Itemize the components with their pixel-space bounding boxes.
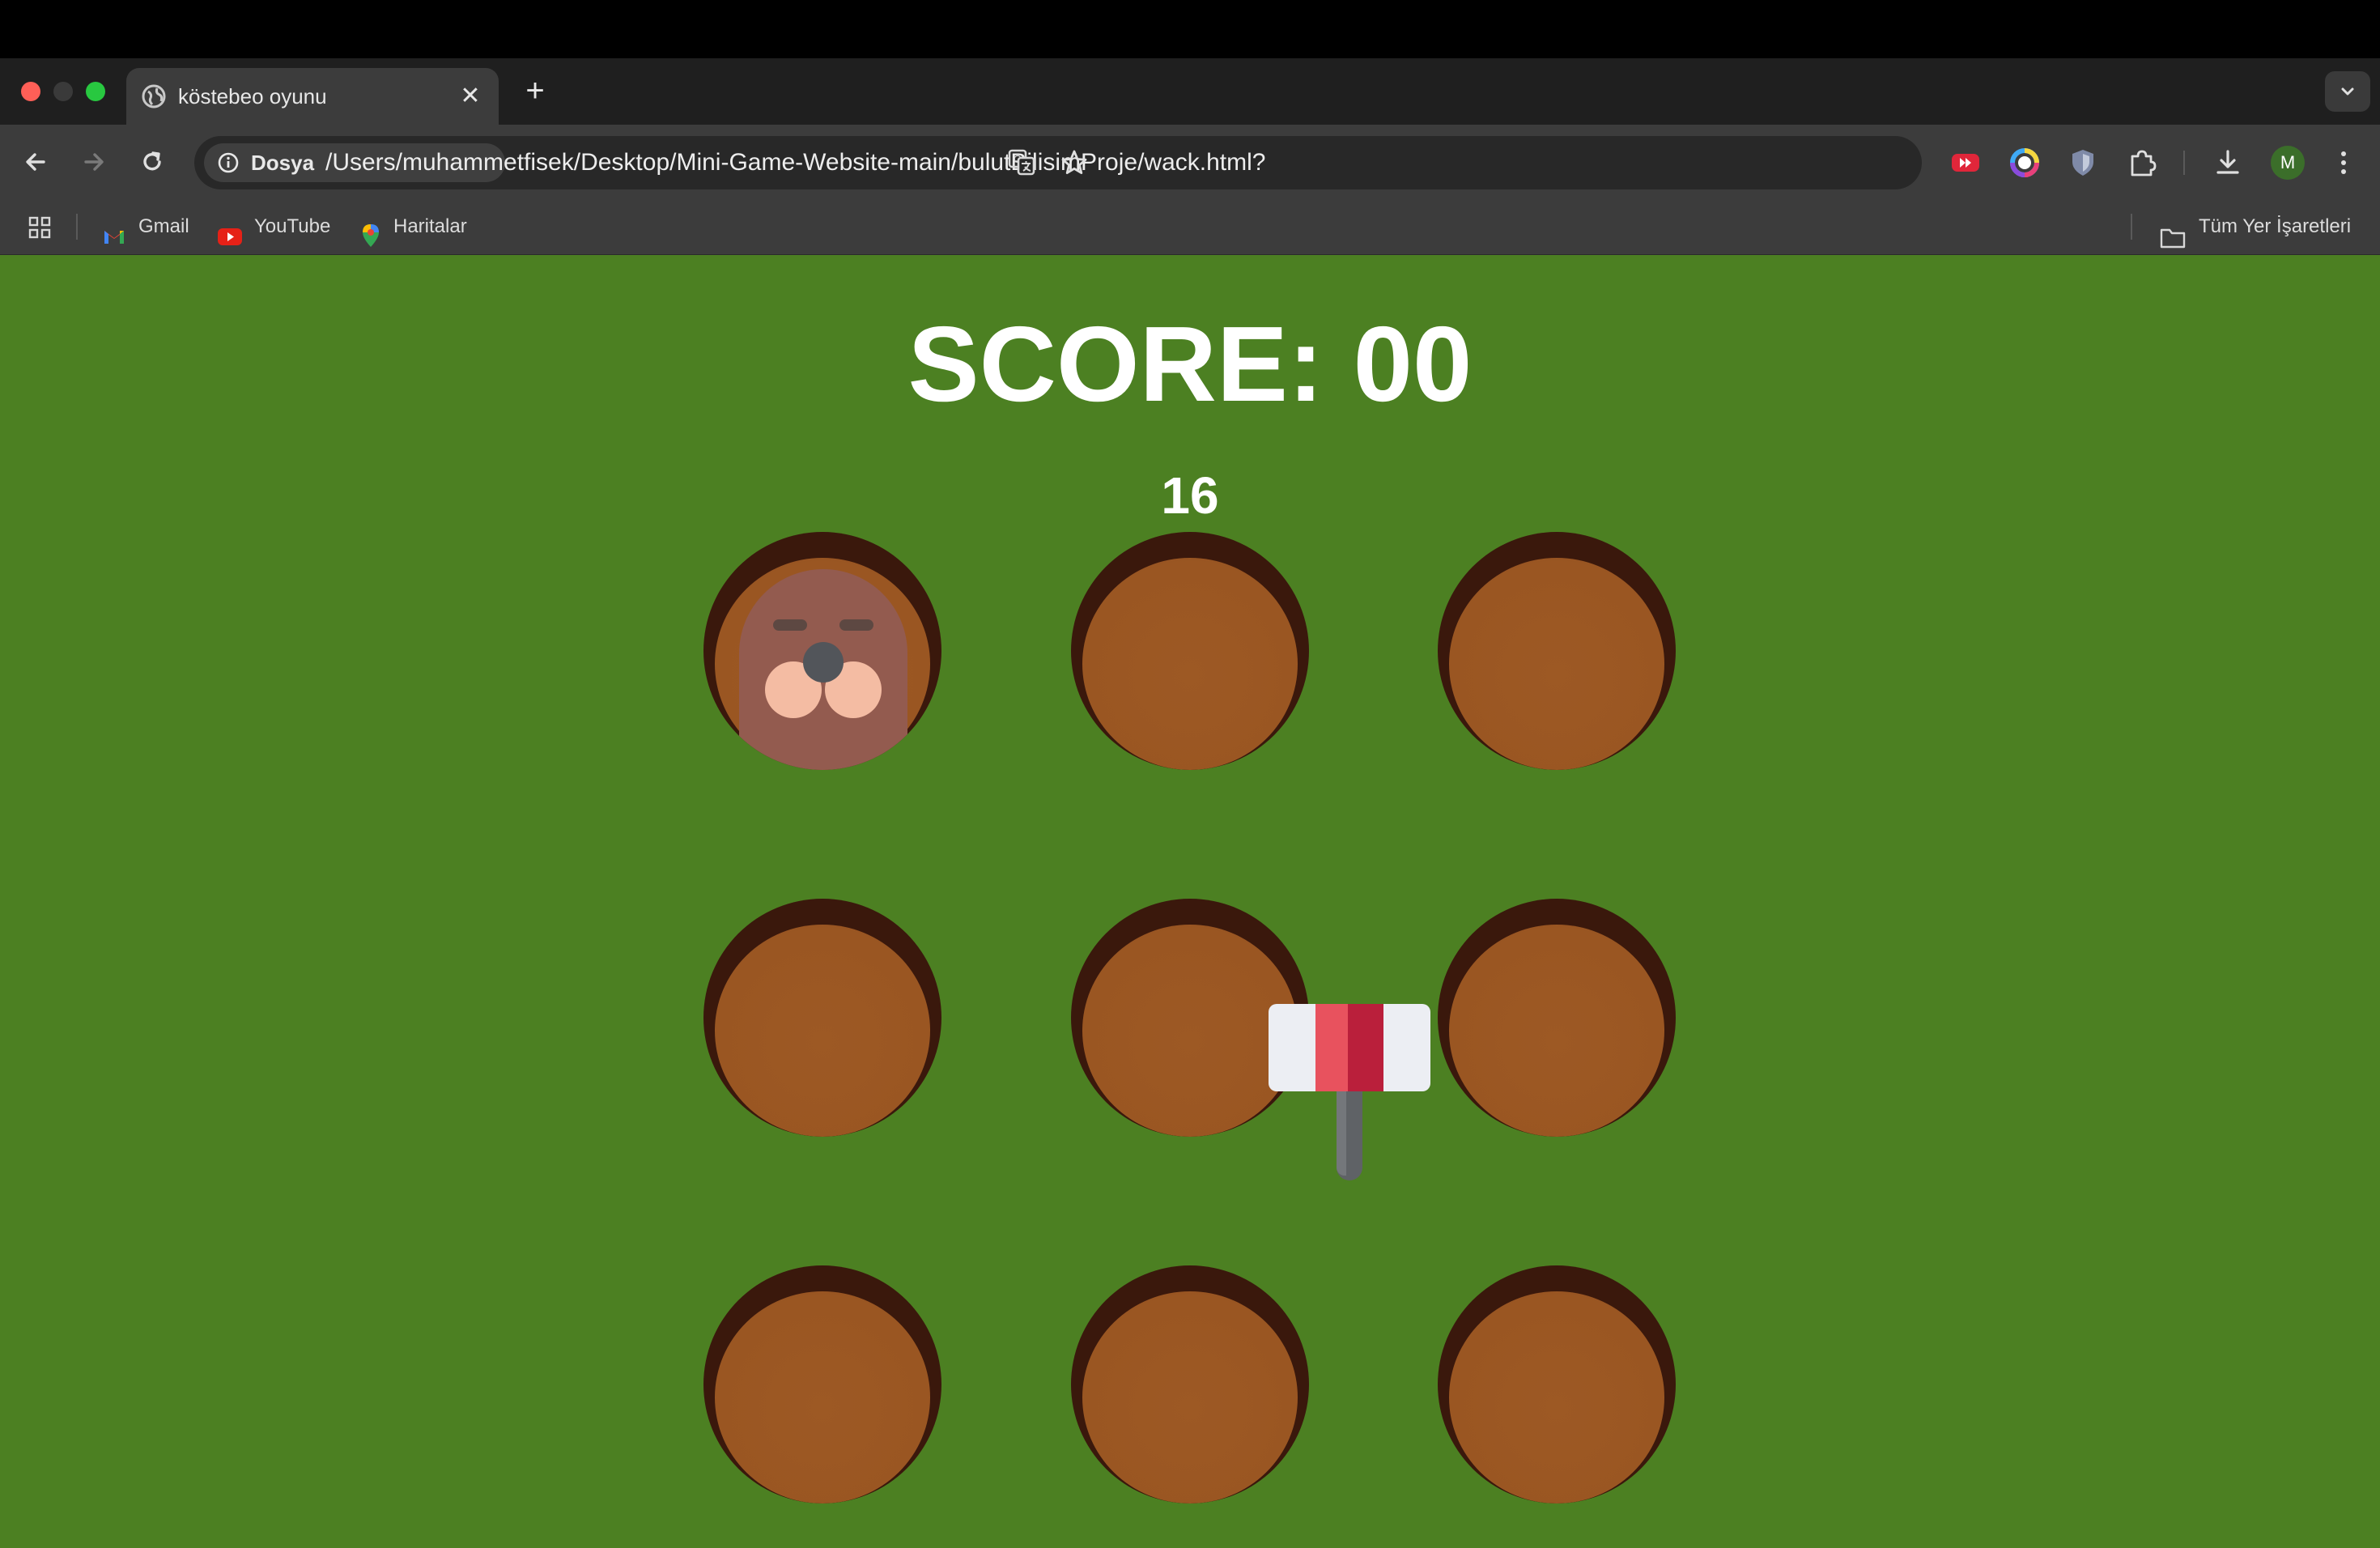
bookmarks-separator — [2131, 214, 2132, 240]
bookmarks-separator — [76, 214, 78, 240]
site-info-label: Dosya — [251, 151, 315, 175]
mole-hole-6[interactable] — [1438, 899, 1676, 1137]
color-picker-extension-icon[interactable] — [2008, 147, 2041, 179]
mole-hole-4[interactable] — [703, 899, 941, 1137]
forward-arrow-icon[interactable] — [78, 146, 110, 178]
minimize-window-button[interactable] — [53, 82, 73, 101]
hole-dirt — [1082, 925, 1298, 1137]
address-bar[interactable]: Dosya /Users/muhammetfisek/Desktop/Mini-… — [194, 136, 1922, 189]
hole-dirt — [1082, 1291, 1298, 1503]
game-board: SCORE: 00 16 — [0, 255, 2380, 1548]
hole-dirt — [1082, 558, 1298, 770]
info-icon — [217, 151, 240, 178]
window-top-bar — [0, 0, 2380, 58]
all-bookmarks-button[interactable]: Tüm Yer İşaretleri — [2160, 199, 2370, 254]
mole-hole-3[interactable] — [1438, 532, 1676, 770]
mole-eye — [839, 619, 873, 631]
hole-dirt — [715, 925, 930, 1137]
hammer-band — [1315, 1004, 1348, 1091]
mole-eye — [773, 619, 807, 631]
tab-active[interactable]: köstebeo oyunu ✕ — [126, 68, 499, 125]
hammer-cursor — [1269, 1004, 1430, 1182]
extensions-puzzle-icon[interactable] — [2126, 147, 2158, 179]
mole-hole-9[interactable] — [1438, 1265, 1676, 1503]
hole-dirt — [1449, 558, 1664, 770]
hole-dirt — [1449, 925, 1664, 1137]
tab-title: köstebeo oyunu — [178, 84, 327, 108]
bookmark-label: Haritalar — [393, 215, 467, 237]
reload-icon[interactable] — [136, 146, 168, 178]
mole[interactable] — [739, 569, 907, 770]
close-window-button[interactable] — [21, 82, 40, 101]
mole-hole-7[interactable] — [703, 1265, 941, 1503]
all-bookmarks-label: Tüm Yer İşaretleri — [2199, 215, 2352, 237]
timer-display: 16 — [1161, 466, 1219, 525]
apps-grid-icon[interactable] — [28, 215, 52, 244]
video-speed-extension-icon[interactable] — [1949, 147, 1982, 179]
mole-hole-2[interactable] — [1071, 532, 1309, 770]
kebab-menu-icon[interactable] — [2327, 147, 2360, 179]
tab-search-button[interactable] — [2325, 71, 2370, 112]
hole-dirt — [1449, 1291, 1664, 1503]
bookmark-haritalar[interactable]: Haritalar — [359, 199, 489, 254]
url-text[interactable]: /Users/muhammetfisek/Desktop/Mini-Game-W… — [325, 149, 1265, 176]
tab-close-icon[interactable]: ✕ — [455, 81, 486, 112]
toolbar-separator — [2183, 151, 2185, 175]
back-arrow-icon[interactable] — [19, 146, 52, 178]
download-icon[interactable] — [2212, 147, 2244, 179]
bookmark-gmail[interactable]: Gmail — [102, 199, 193, 254]
hammer-handle-shade — [1337, 1085, 1346, 1176]
translate-icon[interactable]: G — [1007, 147, 1036, 181]
bookmark-youtube[interactable]: YouTube — [217, 199, 338, 254]
hammer-band — [1348, 1004, 1383, 1091]
bookmark-star-icon[interactable] — [1059, 147, 1090, 182]
chevron-down-icon — [2341, 87, 2354, 96]
hole-dirt — [715, 1291, 930, 1503]
new-tab-button[interactable]: + — [518, 74, 552, 108]
hammer-head — [1269, 1004, 1430, 1091]
bookmark-label: YouTube — [254, 215, 331, 237]
mole-hole-8[interactable] — [1071, 1265, 1309, 1503]
shield-extension-icon[interactable] — [2067, 147, 2099, 179]
globe-icon — [141, 83, 167, 109]
bookmarks-bar: Gmail YouTube Haritalar Tüm Yer İşaretle… — [0, 199, 2380, 255]
score-display: SCORE: 00 — [907, 304, 1473, 423]
mole-hole-1[interactable] — [703, 532, 941, 770]
zoom-window-button[interactable] — [86, 82, 105, 101]
mole-nose — [803, 642, 844, 683]
profile-avatar[interactable]: M — [2271, 146, 2305, 180]
bookmark-label: Gmail — [138, 215, 189, 237]
